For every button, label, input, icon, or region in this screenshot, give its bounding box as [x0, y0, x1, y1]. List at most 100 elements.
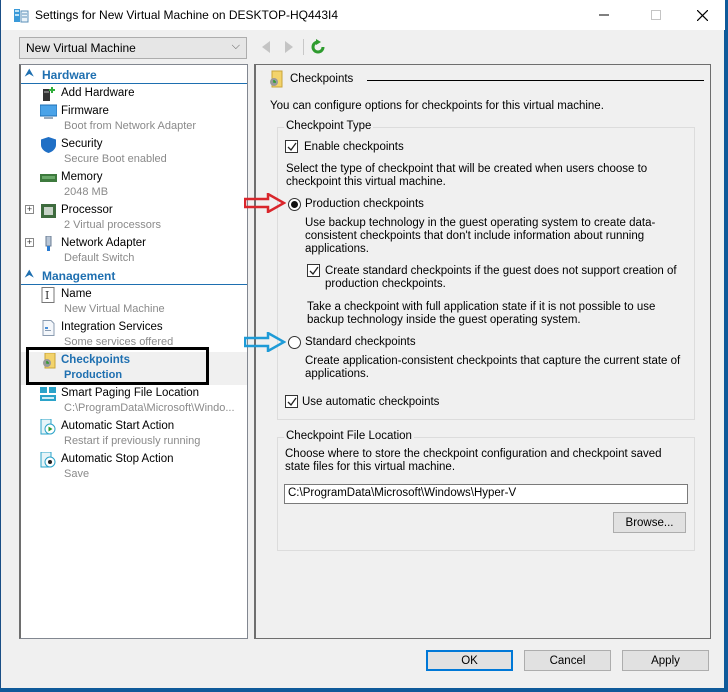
settings-window: Settings for New Virtual Machine on DESK…: [0, 0, 725, 688]
tree-item-sub: 2048 MB: [64, 186, 109, 198]
checkmark-icon: [287, 142, 297, 152]
title-bar: Settings for New Virtual Machine on DESK…: [1, 0, 725, 30]
forward-button[interactable]: [281, 38, 297, 56]
intro-text: You can configure options for checkpoint…: [270, 100, 604, 112]
add-hardware-icon: [43, 87, 55, 101]
tree-item-auto-start[interactable]: Automatic Start Action Restart if previo…: [21, 418, 247, 451]
name-icon: I: [41, 287, 55, 303]
back-arrow-icon: [262, 41, 270, 53]
production-checkpoints-label: Production checkpoints: [305, 198, 424, 210]
group-header-hardware[interactable]: ⮝ Hardware: [21, 67, 247, 84]
enable-checkpoints-label: Enable checkpoints: [304, 141, 404, 153]
collapse-icon: ⮝: [25, 269, 34, 280]
tree-item-sub: Secure Boot enabled: [64, 153, 167, 165]
tree-item-name[interactable]: I Name New Virtual Machine: [21, 286, 247, 319]
memory-icon: [40, 174, 57, 182]
refresh-icon[interactable]: [310, 38, 326, 56]
firmware-icon: [40, 104, 57, 119]
tree-item-label: Security: [61, 138, 103, 150]
fallback-note: Take a checkpoint with full application …: [307, 301, 656, 326]
file-location-legend: Checkpoint File Location: [284, 430, 414, 442]
back-button[interactable]: [258, 38, 274, 56]
collapse-icon: ⮝: [25, 68, 34, 79]
maximize-icon: [651, 10, 661, 20]
tree-item-sub: Default Switch: [64, 252, 135, 264]
tree-item-security[interactable]: Security Secure Boot enabled: [21, 136, 247, 169]
standard-description: Create application-consistent checkpoint…: [305, 355, 681, 380]
automatic-checkpoints-label: Use automatic checkpoints: [302, 396, 440, 408]
tree-item-sub: Boot from Network Adapter: [64, 120, 197, 132]
production-annotation-arrow: [244, 193, 286, 213]
checkpoint-file-location-group: Checkpoint File Location Choose where to…: [277, 430, 695, 551]
tree-item-label: Network Adapter: [61, 237, 147, 249]
tree-item-checkpoints[interactable]: Checkpoints Production: [21, 352, 247, 385]
tree-item-label: Automatic Start Action: [61, 420, 175, 432]
standard-annotation-arrow: [244, 332, 286, 352]
checkpoint-type-legend: Checkpoint Type: [284, 120, 374, 132]
checkpoints-icon: [270, 70, 283, 88]
standard-checkpoints-radio[interactable]: [288, 336, 301, 349]
create-standard-fallback-label: Create standard checkpoints if the guest…: [325, 265, 677, 290]
auto-stop-icon: [40, 452, 56, 468]
checkmark-icon: [309, 266, 319, 276]
tree-item-smart-paging[interactable]: Smart Paging File Location C:\ProgramDat…: [21, 385, 247, 418]
create-standard-fallback-checkbox[interactable]: [307, 264, 320, 277]
section-header: Checkpoints: [268, 70, 704, 88]
tree-item-label: Add Hardware: [61, 87, 135, 99]
tree-item-auto-stop[interactable]: Automatic Stop Action Save: [21, 451, 247, 484]
svg-text:I: I: [45, 289, 49, 302]
tree-item-sub: New Virtual Machine: [64, 303, 165, 315]
close-button[interactable]: [679, 0, 725, 30]
toolbar-separator: [303, 39, 304, 55]
automatic-checkpoints-checkbox[interactable]: [285, 395, 298, 408]
checkpoint-type-group: Checkpoint Type Enable checkpoints Selec…: [277, 120, 695, 420]
tree-item-label: Checkpoints: [61, 354, 131, 366]
checkpoint-path-input[interactable]: C:\ProgramData\Microsoft\Windows\Hyper-V: [284, 484, 688, 504]
tree-item-label: Firmware: [61, 105, 109, 117]
tree-item-sub: Some services offered: [64, 336, 174, 348]
section-rule: [367, 80, 704, 81]
minimize-icon: [599, 14, 609, 16]
processor-icon: [41, 204, 56, 218]
auto-start-icon: [40, 419, 56, 435]
tree-item-firmware[interactable]: Firmware Boot from Network Adapter: [21, 103, 247, 136]
tree-item-integration-services[interactable]: Integration Services Some services offer…: [21, 319, 247, 352]
tree-item-sub: Restart if previously running: [64, 435, 201, 447]
section-title: Checkpoints: [290, 73, 354, 85]
checkpoints-icon: [43, 353, 56, 369]
standard-checkpoints-label: Standard checkpoints: [305, 336, 416, 348]
tree-item-label: Processor: [61, 204, 113, 216]
tree-item-label: Automatic Stop Action: [61, 453, 174, 465]
integration-services-icon: [42, 320, 55, 336]
vm-selector-dropdown[interactable]: New Virtual Machine ⌵: [19, 37, 247, 59]
production-checkpoints-radio[interactable]: [288, 198, 301, 211]
tree-item-memory[interactable]: Memory 2048 MB: [21, 169, 247, 202]
group-title: Hardware: [42, 68, 97, 82]
enable-checkpoints-checkbox[interactable]: [285, 140, 298, 153]
close-icon: [696, 9, 708, 21]
tree-item-network-adapter[interactable]: + Network Adapter Default Switch: [21, 235, 247, 268]
cancel-button[interactable]: Cancel: [524, 650, 611, 671]
apply-button[interactable]: Apply: [622, 650, 709, 671]
browse-button[interactable]: Browse...: [613, 512, 686, 533]
smart-paging-icon: [40, 387, 56, 401]
tree-item-label: Smart Paging File Location: [61, 387, 200, 399]
tree-item-processor[interactable]: + Processor 2 Virtual processors: [21, 202, 247, 235]
vm-selector-value: New Virtual Machine: [26, 41, 136, 55]
ok-button[interactable]: OK: [426, 650, 513, 671]
settings-panel: Checkpoints You can configure options fo…: [254, 64, 711, 639]
select-type-description: Select the type of checkpoint that will …: [286, 163, 648, 188]
expand-icon[interactable]: +: [25, 205, 34, 214]
tree-item-sub: Save: [64, 468, 90, 480]
group-title: Management: [42, 269, 116, 283]
chevron-down-icon: ⌵: [231, 40, 240, 52]
group-header-management[interactable]: ⮝ Management: [21, 268, 247, 285]
tree-item-sub: C:\ProgramData\Microsoft\Windo...: [64, 402, 235, 414]
maximize-button[interactable]: [633, 0, 679, 30]
settings-tree: ⮝ Hardware Add Hardware Firmware Boot fr…: [19, 64, 248, 639]
expand-icon[interactable]: +: [25, 238, 34, 247]
tree-item-sub: 2 Virtual processors: [64, 219, 162, 231]
minimize-button[interactable]: [581, 0, 627, 30]
tree-item-sub: Production: [64, 369, 123, 381]
shield-icon: [41, 137, 56, 153]
